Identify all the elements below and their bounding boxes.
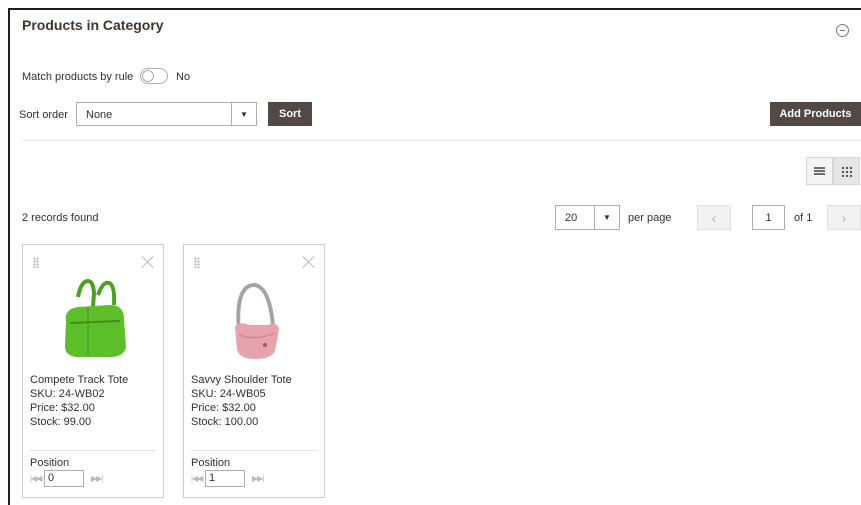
move-to-last-icon[interactable]: ▶▶| [91, 474, 103, 483]
next-page-button[interactable]: › [827, 205, 861, 230]
product-price: Price: $32.00 [30, 402, 95, 414]
page-count: of 1 [794, 212, 813, 224]
product-stock: Stock: 100.00 [191, 416, 259, 428]
product-card: Compete Track Tote SKU: 24-WB02 Price: $… [22, 244, 164, 498]
collapse-icon[interactable] [836, 24, 849, 37]
match-by-rule-toggle[interactable] [140, 68, 168, 84]
match-by-rule-state: No [176, 71, 191, 83]
drag-handle-icon[interactable] [194, 257, 200, 268]
move-to-last-icon[interactable]: ▶▶| [252, 474, 264, 483]
sort-order-select[interactable]: None ▼ [76, 102, 257, 126]
close-icon[interactable] [141, 255, 155, 269]
drag-handle-icon[interactable] [33, 257, 39, 268]
records-found: 2 records found [22, 212, 99, 224]
grid-icon [841, 165, 852, 177]
view-mode-switcher [806, 157, 861, 185]
divider [22, 140, 861, 141]
previous-page-button[interactable]: ‹ [697, 205, 731, 230]
move-to-first-icon[interactable]: |◀◀ [30, 474, 42, 483]
match-by-rule-label: Match products by rule [22, 71, 134, 83]
product-sku: SKU: 24-WB02 [30, 388, 105, 400]
section-title[interactable]: Products in Category [22, 17, 164, 33]
page-number-input[interactable]: 1 [752, 205, 785, 230]
list-view-button[interactable] [806, 157, 833, 185]
list-icon [814, 167, 825, 175]
close-icon[interactable] [302, 255, 316, 269]
add-products-button[interactable]: Add Products [770, 102, 861, 126]
product-info: Compete Track Tote SKU: 24-WB02 Price: $… [30, 373, 128, 429]
per-page-label: per page [628, 212, 672, 224]
sort-button[interactable]: Sort [268, 102, 312, 126]
divider [191, 450, 317, 451]
position-label: Position [30, 457, 70, 469]
product-price: Price: $32.00 [191, 402, 256, 414]
panel-frame-left [8, 8, 10, 505]
move-to-first-icon[interactable]: |◀◀ [191, 474, 203, 483]
position-input[interactable]: 1 [205, 470, 245, 487]
toggle-knob [142, 70, 154, 82]
grid-view-button[interactable] [833, 157, 860, 185]
sort-order-value: None [86, 109, 113, 121]
per-page-select[interactable]: 20 ▼ [555, 205, 620, 230]
panel-frame-top [8, 8, 861, 10]
product-image [235, 282, 279, 359]
chevron-down-icon: ▼ [231, 103, 256, 125]
product-sku: SKU: 24-WB05 [191, 388, 266, 400]
position-input[interactable]: 0 [44, 470, 84, 487]
divider [30, 450, 156, 451]
product-info: Savvy Shoulder Tote SKU: 24-WB05 Price: … [191, 373, 292, 429]
product-stock: Stock: 99.00 [30, 416, 92, 428]
product-name[interactable]: Compete Track Tote [30, 373, 128, 387]
chevron-down-icon: ▼ [594, 206, 619, 229]
sort-order-label: Sort order [19, 109, 68, 121]
position-label: Position [191, 457, 231, 469]
product-card: Savvy Shoulder Tote SKU: 24-WB05 Price: … [183, 244, 325, 498]
product-image [64, 278, 126, 357]
per-page-value: 20 [565, 212, 578, 224]
product-name[interactable]: Savvy Shoulder Tote [191, 373, 292, 387]
